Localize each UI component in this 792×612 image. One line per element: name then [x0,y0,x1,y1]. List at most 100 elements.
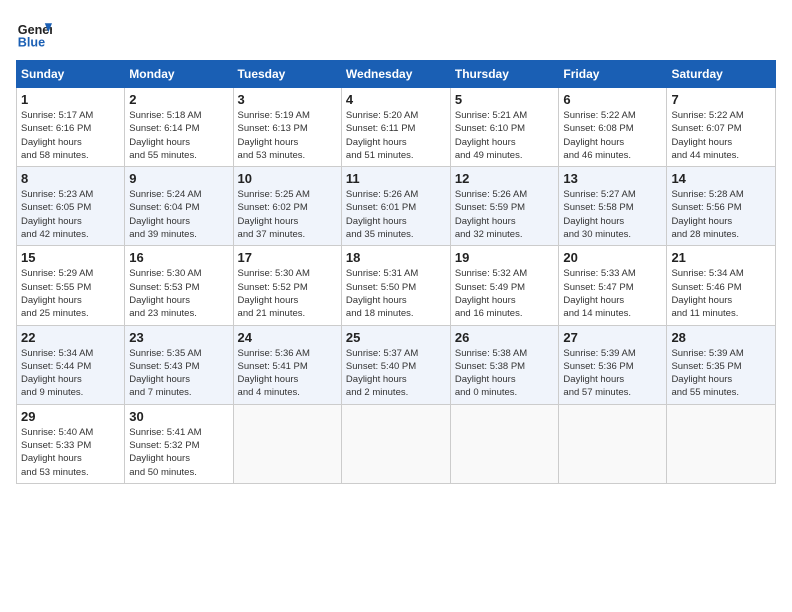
day-number: 30 [129,409,228,424]
table-row: 4 Sunrise: 5:20 AMSunset: 6:11 PMDaylight… [341,88,450,167]
day-detail: Sunrise: 5:34 AMSunset: 5:44 PMDaylight … [21,347,120,400]
day-detail: Sunrise: 5:37 AMSunset: 5:40 PMDaylight … [346,347,446,400]
day-number: 13 [563,171,662,186]
table-row: 22 Sunrise: 5:34 AMSunset: 5:44 PMDayligh… [17,325,125,404]
day-detail: Sunrise: 5:38 AMSunset: 5:38 PMDaylight … [455,347,555,400]
day-number: 20 [563,250,662,265]
table-row: 24 Sunrise: 5:36 AMSunset: 5:41 PMDayligh… [233,325,341,404]
day-detail: Sunrise: 5:19 AMSunset: 6:13 PMDaylight … [238,109,337,162]
table-row: 15 Sunrise: 5:29 AMSunset: 5:55 PMDayligh… [17,246,125,325]
day-detail: Sunrise: 5:23 AMSunset: 6:05 PMDaylight … [21,188,120,241]
table-row: 12 Sunrise: 5:26 AMSunset: 5:59 PMDayligh… [450,167,559,246]
day-number: 1 [21,92,120,107]
table-row: 9Sunrise: 5:24 AMSunset: 6:04 PMDaylight… [125,167,233,246]
day-detail: Sunrise: 5:20 AMSunset: 6:11 PMDaylight … [346,109,446,162]
day-number: 3 [238,92,337,107]
day-detail: Sunrise: 5:26 AMSunset: 6:01 PMDaylight … [346,188,446,241]
svg-text:Blue: Blue [18,36,45,50]
col-thursday: Thursday [450,61,559,88]
day-detail: Sunrise: 5:33 AMSunset: 5:47 PMDaylight … [563,267,662,320]
table-row: 26Sunrise: 5:38 AMSunset: 5:38 PMDayligh… [450,325,559,404]
table-row: 27 Sunrise: 5:39 AMSunset: 5:36 PMDayligh… [559,325,667,404]
day-number: 8 [21,171,120,186]
day-number: 10 [238,171,337,186]
day-number: 21 [671,250,771,265]
table-row: 17 Sunrise: 5:30 AMSunset: 5:52 PMDayligh… [233,246,341,325]
day-number: 27 [563,330,662,345]
table-row: 11 Sunrise: 5:26 AMSunset: 6:01 PMDayligh… [341,167,450,246]
day-number: 17 [238,250,337,265]
day-number: 25 [346,330,446,345]
day-detail: Sunrise: 5:25 AMSunset: 6:02 PMDaylight … [238,188,337,241]
day-detail: Sunrise: 5:30 AMSunset: 5:53 PMDaylight … [129,267,228,320]
logo: General Blue [16,16,52,52]
day-number: 11 [346,171,446,186]
table-row [233,404,341,483]
day-number: 9 [129,171,228,186]
day-number: 16 [129,250,228,265]
day-detail: Sunrise: 5:26 AMSunset: 5:59 PMDaylight … [455,188,555,241]
day-detail: Sunrise: 5:34 AMSunset: 5:46 PMDaylight … [671,267,771,320]
table-row: 18 Sunrise: 5:31 AMSunset: 5:50 PMDayligh… [341,246,450,325]
day-detail: Sunrise: 5:22 AMSunset: 6:08 PMDaylight … [563,109,662,162]
day-number: 7 [671,92,771,107]
day-detail: Sunrise: 5:18 AMSunset: 6:14 PMDaylight … [129,109,228,162]
table-row: 28 Sunrise: 5:39 AMSunset: 5:35 PMDayligh… [667,325,776,404]
table-row: 20 Sunrise: 5:33 AMSunset: 5:47 PMDayligh… [559,246,667,325]
table-row: 8 Sunrise: 5:23 AMSunset: 6:05 PMDaylight… [17,167,125,246]
day-number: 6 [563,92,662,107]
day-detail: Sunrise: 5:30 AMSunset: 5:52 PMDaylight … [238,267,337,320]
day-number: 22 [21,330,120,345]
col-wednesday: Wednesday [341,61,450,88]
table-row: 30Sunrise: 5:41 AMSunset: 5:32 PMDayligh… [125,404,233,483]
day-detail: Sunrise: 5:27 AMSunset: 5:58 PMDaylight … [563,188,662,241]
day-detail: Sunrise: 5:22 AMSunset: 6:07 PMDaylight … [671,109,771,162]
day-number: 19 [455,250,555,265]
day-detail: Sunrise: 5:36 AMSunset: 5:41 PMDaylight … [238,347,337,400]
table-row [450,404,559,483]
col-tuesday: Tuesday [233,61,341,88]
col-friday: Friday [559,61,667,88]
day-number: 14 [671,171,771,186]
table-row: 5 Sunrise: 5:21 AMSunset: 6:10 PMDaylight… [450,88,559,167]
table-row: 19 Sunrise: 5:32 AMSunset: 5:49 PMDayligh… [450,246,559,325]
day-detail: Sunrise: 5:39 AMSunset: 5:36 PMDaylight … [563,347,662,400]
col-monday: Monday [125,61,233,88]
table-row: 29Sunrise: 5:40 AMSunset: 5:33 PMDayligh… [17,404,125,483]
table-row: 25 Sunrise: 5:37 AMSunset: 5:40 PMDayligh… [341,325,450,404]
table-row: 23Sunrise: 5:35 AMSunset: 5:43 PMDayligh… [125,325,233,404]
day-detail: Sunrise: 5:39 AMSunset: 5:35 PMDaylight … [671,347,771,400]
day-number: 4 [346,92,446,107]
day-number: 29 [21,409,120,424]
day-detail: Sunrise: 5:21 AMSunset: 6:10 PMDaylight … [455,109,555,162]
page-header: General Blue [16,16,776,52]
day-detail: Sunrise: 5:28 AMSunset: 5:56 PMDaylight … [671,188,771,241]
day-detail: Sunrise: 5:35 AMSunset: 5:43 PMDaylight … [129,347,228,400]
calendar-table: Sunday Monday Tuesday Wednesday Thursday… [16,60,776,484]
table-row [559,404,667,483]
day-number: 5 [455,92,555,107]
table-row: 21 Sunrise: 5:34 AMSunset: 5:46 PMDayligh… [667,246,776,325]
calendar-week-3: 15 Sunrise: 5:29 AMSunset: 5:55 PMDayligh… [17,246,776,325]
table-row: 16 Sunrise: 5:30 AMSunset: 5:53 PMDayligh… [125,246,233,325]
day-detail: Sunrise: 5:31 AMSunset: 5:50 PMDaylight … [346,267,446,320]
day-number: 24 [238,330,337,345]
col-sunday: Sunday [17,61,125,88]
table-row: 7 Sunrise: 5:22 AMSunset: 6:07 PMDaylight… [667,88,776,167]
day-number: 15 [21,250,120,265]
calendar-week-4: 22 Sunrise: 5:34 AMSunset: 5:44 PMDayligh… [17,325,776,404]
day-detail: Sunrise: 5:29 AMSunset: 5:55 PMDaylight … [21,267,120,320]
table-row: 13 Sunrise: 5:27 AMSunset: 5:58 PMDayligh… [559,167,667,246]
col-saturday: Saturday [667,61,776,88]
day-number: 18 [346,250,446,265]
calendar-week-5: 29Sunrise: 5:40 AMSunset: 5:33 PMDayligh… [17,404,776,483]
table-row: 3 Sunrise: 5:19 AMSunset: 6:13 PMDaylight… [233,88,341,167]
day-number: 28 [671,330,771,345]
table-row: 2Sunrise: 5:18 AMSunset: 6:14 PMDaylight… [125,88,233,167]
day-number: 12 [455,171,555,186]
table-row [667,404,776,483]
day-detail: Sunrise: 5:32 AMSunset: 5:49 PMDaylight … [455,267,555,320]
logo-icon: General Blue [16,16,52,52]
table-row: 14 Sunrise: 5:28 AMSunset: 5:56 PMDayligh… [667,167,776,246]
table-row: 10 Sunrise: 5:25 AMSunset: 6:02 PMDayligh… [233,167,341,246]
